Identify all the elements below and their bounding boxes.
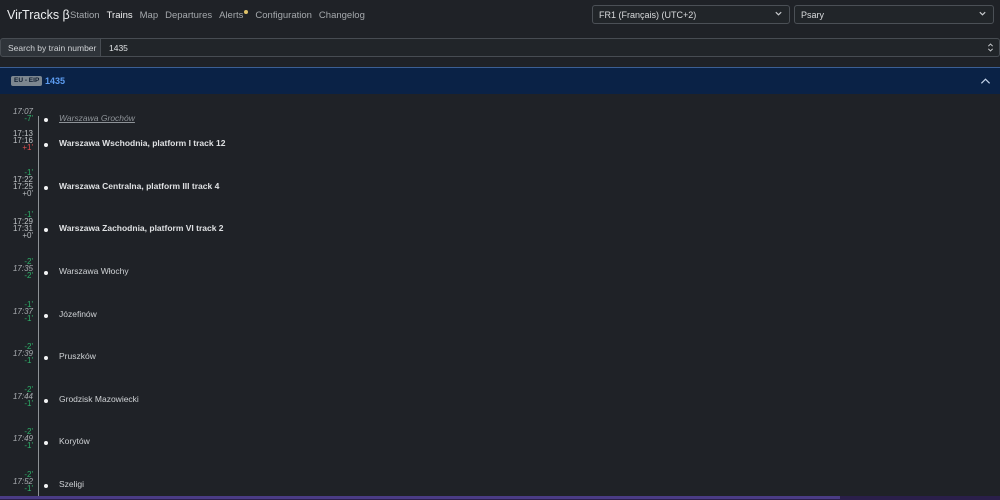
- train-number-input[interactable]: 1435: [101, 38, 1000, 57]
- stop-name: Warszawa Zachodnia, platform VI track 2: [59, 223, 224, 233]
- train-number-title: 1435: [45, 76, 66, 86]
- number-spinner-icon[interactable]: [987, 42, 994, 53]
- horizontal-scrollbar-thumb[interactable]: [0, 496, 840, 499]
- stop-dot-icon: [44, 441, 48, 445]
- stop-delay: +0': [22, 231, 33, 240]
- station-select[interactable]: Psary: [794, 5, 994, 24]
- stop-times: -2' 17:35 -2': [13, 258, 33, 280]
- timezone-select[interactable]: FR1 (Français) (UTC+2): [592, 5, 790, 24]
- station-select-value: Psary: [801, 10, 825, 20]
- stop-delay: -7': [24, 114, 33, 123]
- stop-name: Grodzisk Mazowiecki: [59, 394, 139, 404]
- train-number-value: 1435: [109, 43, 128, 53]
- stop-delay: -1': [24, 484, 33, 493]
- chevron-up-icon[interactable]: [980, 77, 991, 85]
- stop-name: Warszawa Wschodnia, platform I track 12: [59, 138, 226, 148]
- stop-dot-icon: [44, 271, 48, 275]
- chevron-down-icon: [979, 11, 986, 16]
- stop-delay: +1': [22, 143, 33, 152]
- nav-changelog[interactable]: Changelog: [319, 10, 365, 21]
- nav-trains[interactable]: Trains: [107, 10, 133, 21]
- stop-delay: -1': [24, 441, 33, 450]
- stop-dot-icon: [44, 228, 48, 232]
- nav-station[interactable]: Station: [70, 10, 100, 21]
- stop-delay: -2': [24, 271, 33, 280]
- stop-times: -2' 17:52 -1': [13, 471, 33, 493]
- timeline-line: [38, 116, 39, 500]
- stop-dot-icon: [44, 186, 48, 190]
- stop-times: -1' 17:29 17:31 +0': [13, 211, 33, 240]
- stop-name: Warszawa Centralna, platform III track 4: [59, 181, 220, 191]
- stop-dot-icon: [44, 143, 48, 147]
- nav-alerts-label: Alerts: [219, 10, 244, 21]
- train-search: Search by train number 1435: [0, 38, 1000, 57]
- nav-configuration[interactable]: Configuration: [255, 10, 312, 21]
- stop-delay: -1': [24, 356, 33, 365]
- stop-name: Warszawa Grochów: [59, 113, 135, 123]
- stop-name: Korytów: [59, 436, 90, 446]
- stop-times: -1' 17:22 17:25 +0': [13, 169, 33, 198]
- navbar: VirTracks β Station Trains Map Departure…: [0, 0, 1000, 30]
- nav-map[interactable]: Map: [140, 10, 158, 21]
- stop-times: -1' 17:37 -1': [13, 301, 33, 323]
- stop-dot-icon: [44, 484, 48, 488]
- stop-times: -2' 17:39 -1': [13, 343, 33, 365]
- nav-alerts[interactable]: Alerts: [219, 10, 249, 21]
- stop-dot-icon: [44, 314, 48, 318]
- stop-times: 17:07 -7': [13, 108, 33, 123]
- nav-departures[interactable]: Departures: [165, 10, 212, 21]
- stop-delay: -1': [24, 314, 33, 323]
- stop-name: Warszawa Włochy: [59, 266, 129, 276]
- stop-dot-icon: [44, 118, 48, 122]
- stop-name: Józefinów: [59, 309, 97, 319]
- alert-dot-icon: [244, 10, 249, 14]
- stop-delay: +0': [22, 189, 33, 198]
- stop-delay: -1': [24, 399, 33, 408]
- stop-timeline: Warszawa Grochów 17:07 -7' Warszawa Wschodn…: [0, 94, 1000, 500]
- stop-dot-icon: [44, 356, 48, 360]
- stop-dot-icon: [44, 399, 48, 403]
- chevron-down-icon: [775, 11, 782, 16]
- stop-times: -2' 17:49 -1': [13, 428, 33, 450]
- search-label: Search by train number: [0, 38, 101, 57]
- nav-links: Station Trains Map Departures Alerts Con…: [70, 10, 372, 21]
- train-accordion-header[interactable]: EU - EIP 1435: [0, 67, 1000, 94]
- brand-logo[interactable]: VirTracks β: [7, 8, 70, 22]
- stop-times: 17:13 17:16 +1': [13, 130, 33, 152]
- stop-name: Pruszków: [59, 351, 96, 361]
- train-category-badge: EU - EIP: [11, 76, 43, 86]
- stop-name: Szeligi: [59, 479, 85, 489]
- timezone-select-value: FR1 (Français) (UTC+2): [599, 10, 697, 20]
- stop-times: -2' 17:44 -1': [13, 386, 33, 408]
